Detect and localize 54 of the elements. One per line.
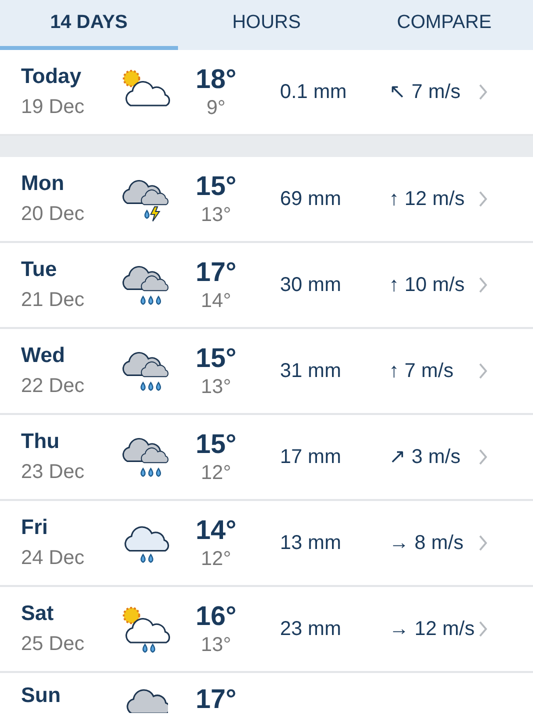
precipitation: 30 mm — [280, 274, 342, 296]
day-name: Thu — [21, 429, 60, 456]
high-temperature: 15° — [196, 342, 236, 375]
day-name: Wed — [21, 343, 66, 370]
high-temperature: 18° — [196, 62, 236, 96]
high-temperature: 14° — [196, 514, 236, 547]
low-temperature: 14° — [200, 289, 232, 314]
date: 21 Dec — [21, 288, 86, 313]
precipitation: 13 mm — [280, 532, 342, 554]
day-name: Mon — [21, 171, 66, 198]
day-name: Tue — [21, 257, 58, 284]
high-temperature: 15° — [196, 428, 236, 461]
wind-speed: → 12 m/s — [389, 618, 475, 640]
high-temperature: 16° — [196, 600, 236, 633]
date: 23 Dec — [21, 460, 86, 485]
wind-speed: ↑ 7 m/s — [389, 360, 454, 382]
precipitation: 69 mm — [280, 188, 342, 210]
high-temperature: 17° — [196, 256, 236, 289]
day-name: Sat — [21, 601, 55, 628]
date: 20 Dec — [21, 202, 86, 227]
day-name: Fri — [21, 515, 49, 542]
low-temperature: 13° — [200, 375, 232, 400]
low-temperature: 9° — [206, 96, 226, 122]
chevron-icon[interactable] — [478, 620, 488, 638]
day-name: Today — [21, 64, 82, 90]
low-temperature: 12° — [200, 547, 232, 572]
precipitation: 23 mm — [280, 618, 342, 640]
wind-speed: ↑ 12 m/s — [389, 188, 465, 210]
wind-speed: ↖ 7 m/s — [389, 81, 460, 103]
high-temperature: 15° — [196, 170, 236, 203]
chevron-icon[interactable] — [478, 276, 488, 294]
chevron-icon[interactable] — [478, 448, 488, 466]
tab[interactable]: HOURS — [178, 0, 356, 50]
low-temperature: 13° — [200, 203, 232, 228]
tab[interactable]: COMPARE — [355, 0, 533, 50]
date: 22 Dec — [21, 374, 86, 399]
precipitation: 17 mm — [280, 446, 342, 468]
precipitation: 0.1 mm — [280, 81, 347, 103]
chevron-icon[interactable] — [478, 83, 488, 101]
chevron-icon[interactable] — [478, 190, 488, 208]
wind-speed: ↗ 3 m/s — [389, 446, 460, 468]
date: 19 Dec — [21, 94, 86, 120]
low-temperature: 13° — [200, 633, 232, 658]
date: 25 Dec — [21, 632, 86, 657]
chevron-icon[interactable] — [478, 534, 488, 552]
low-temperature: 12° — [200, 461, 232, 486]
precipitation: 31 mm — [280, 360, 342, 382]
chevron-icon[interactable] — [478, 362, 488, 380]
tab[interactable]: 14 DAYS — [0, 0, 178, 50]
high-temperature: 17° — [196, 683, 236, 716]
wind-speed: → 8 m/s — [389, 532, 464, 554]
day-name: Sun — [21, 683, 62, 709]
wind-speed: ↑ 10 m/s — [389, 274, 465, 296]
date: 24 Dec — [21, 546, 86, 571]
